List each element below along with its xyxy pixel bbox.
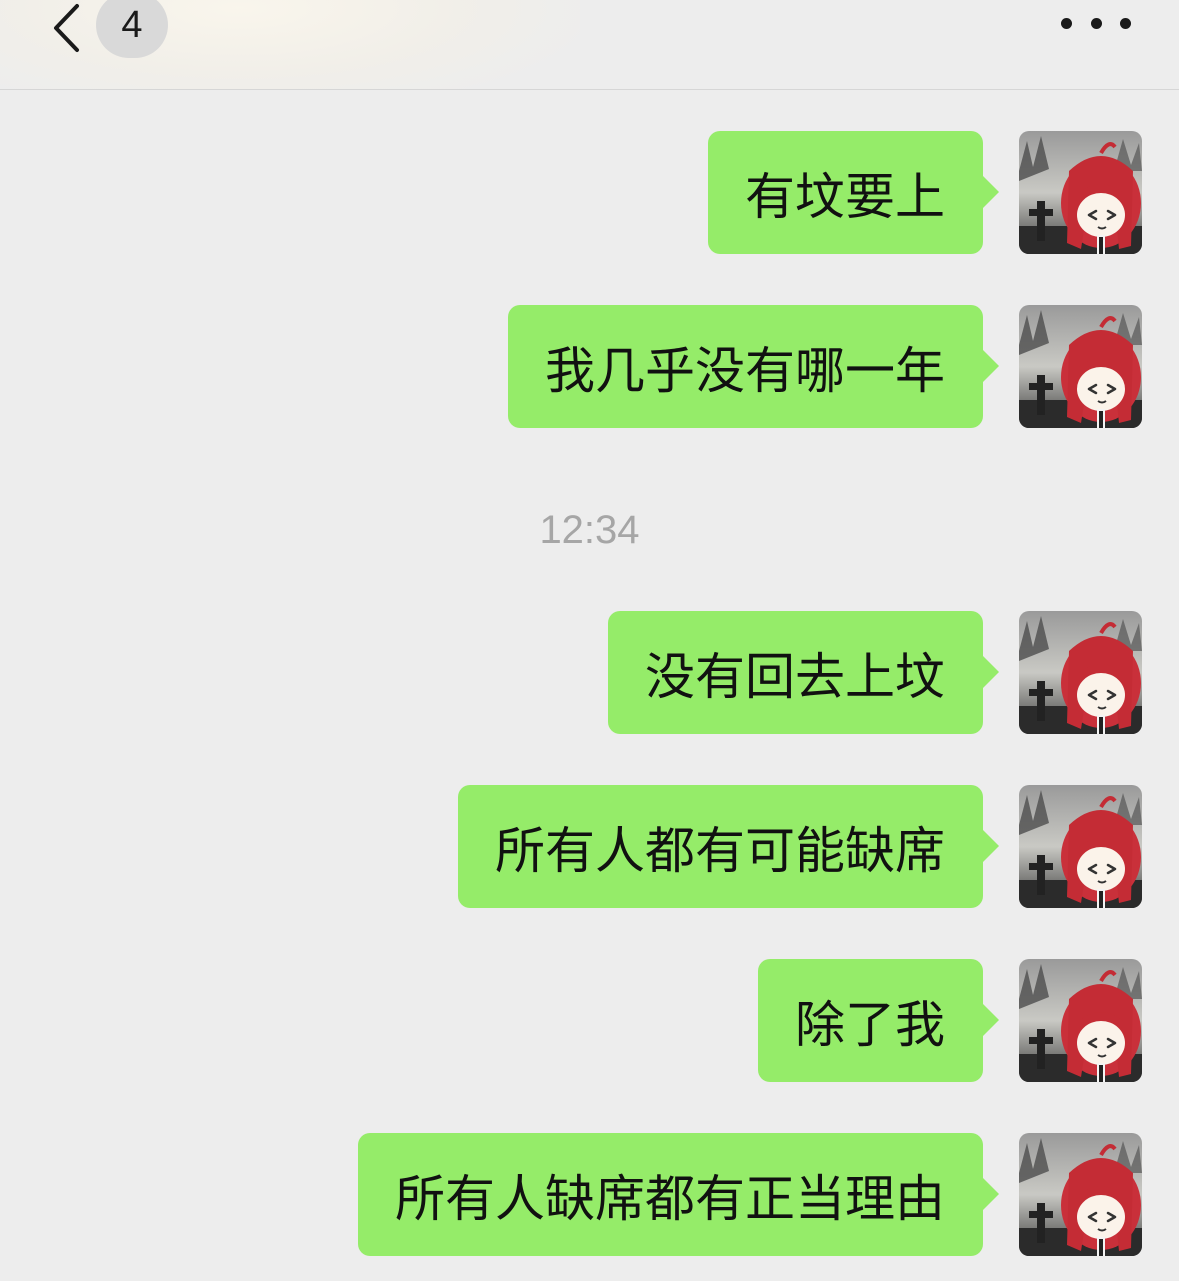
avatar-image [1019, 305, 1142, 428]
message-bubble[interactable]: 有坟要上 [708, 131, 999, 254]
user-avatar[interactable] [1019, 131, 1142, 254]
message-row: 我几乎没有哪一年 [508, 305, 1142, 428]
more-options-button[interactable] [1061, 6, 1131, 40]
message-bubble[interactable]: 所有人缺席都有正当理由 [358, 1133, 999, 1256]
message-bubble[interactable]: 没有回去上坟 [608, 611, 999, 734]
message-row: 所有人都有可能缺席 [458, 785, 1142, 908]
avatar-image [1019, 785, 1142, 908]
user-avatar[interactable] [1019, 1133, 1142, 1256]
message-timestamp: 12:34 [539, 508, 640, 552]
back-button[interactable] [44, 4, 88, 52]
message-row: 有坟要上 [708, 131, 1142, 254]
more-dots-icon [1061, 17, 1072, 29]
user-avatar[interactable] [1019, 611, 1142, 734]
more-dot [1090, 17, 1102, 29]
more-dot [1120, 17, 1131, 29]
avatar-image [1019, 1133, 1142, 1256]
message-row: 所有人缺席都有正当理由 [358, 1133, 1142, 1256]
unread-count-badge[interactable]: 4 [96, 0, 168, 58]
avatar-image [1019, 131, 1142, 254]
chat-header: 4 [0, 0, 1179, 90]
message-row: 没有回去上坟 [608, 611, 1142, 734]
user-avatar[interactable] [1019, 785, 1142, 908]
chevron-left-icon [54, 4, 79, 52]
avatar-image [1019, 959, 1142, 1082]
avatar-image [1019, 611, 1142, 734]
message-bubble[interactable]: 我几乎没有哪一年 [508, 305, 999, 428]
message-row: 除了我 [758, 959, 1142, 1082]
message-bubble[interactable]: 除了我 [758, 959, 999, 1082]
user-avatar[interactable] [1019, 305, 1142, 428]
user-avatar[interactable] [1019, 959, 1142, 1082]
message-bubble[interactable]: 所有人都有可能缺席 [458, 785, 999, 908]
